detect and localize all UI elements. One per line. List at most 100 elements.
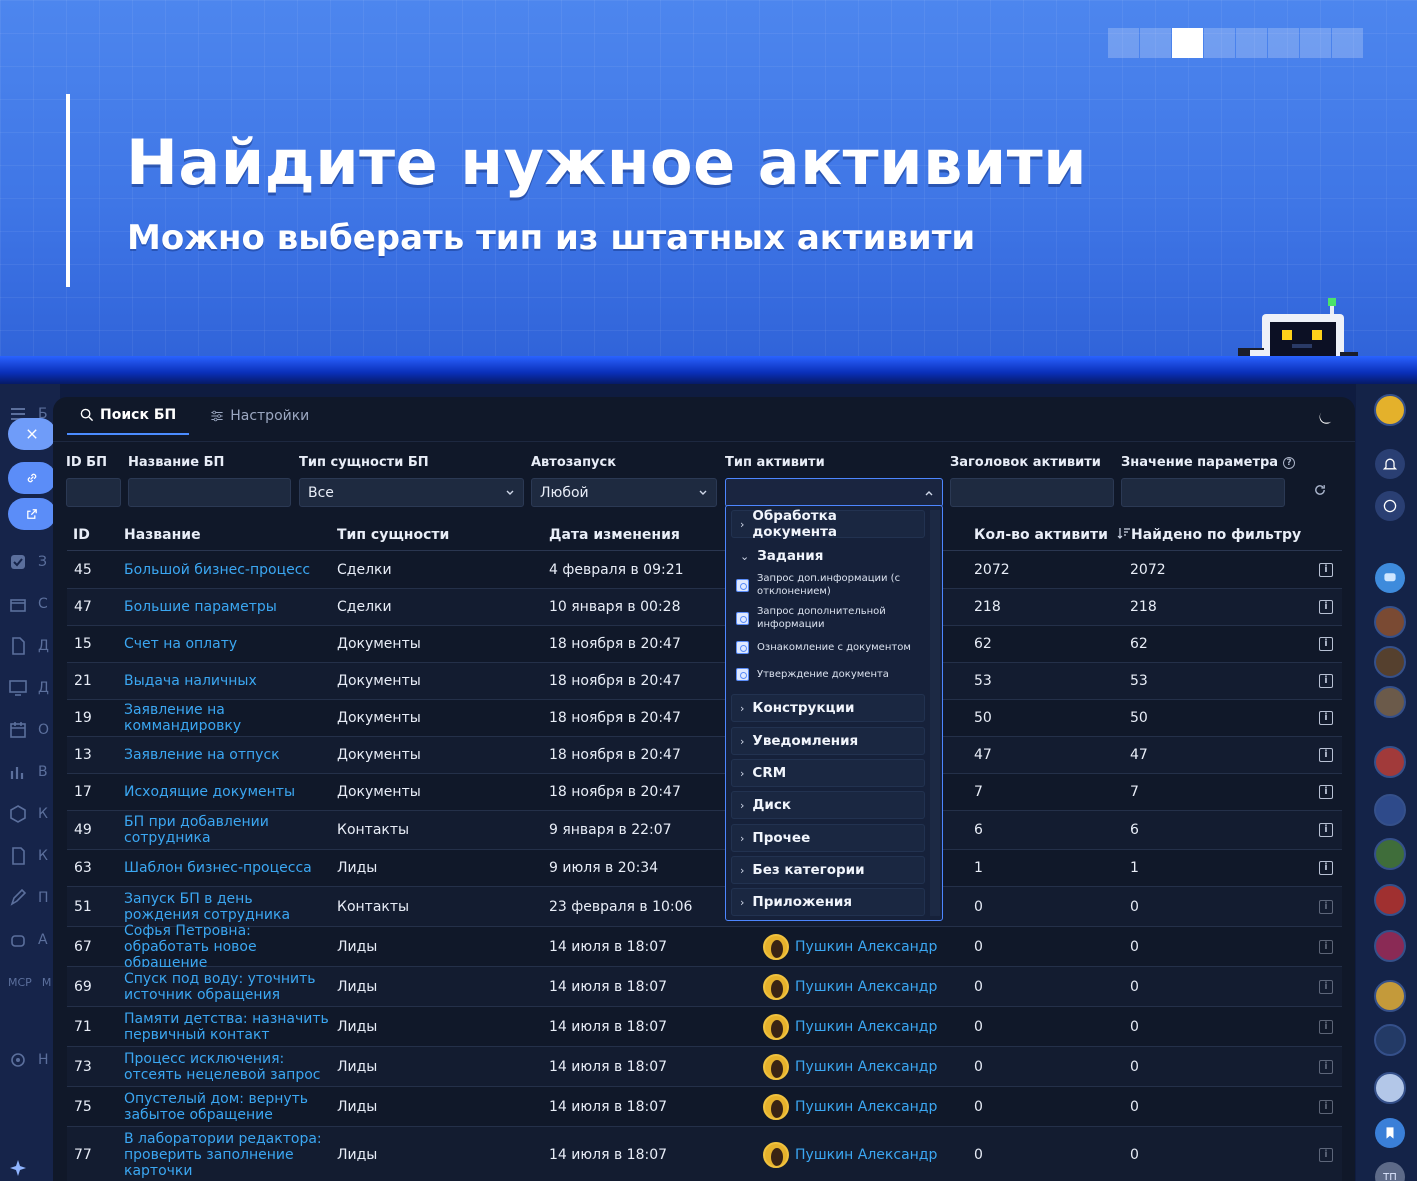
activity-category[interactable]: › Диск	[731, 791, 925, 819]
activity-option[interactable]: Утверждение документа	[736, 668, 926, 681]
option-checkbox[interactable]	[736, 578, 749, 592]
bell-icon[interactable]	[1375, 449, 1405, 479]
column-header-id[interactable]: ID	[73, 527, 90, 543]
contact-avatar[interactable]	[1374, 930, 1406, 962]
row-info-icon[interactable]: i	[1319, 637, 1333, 651]
row-info-icon[interactable]: i	[1319, 563, 1333, 577]
bp-name-link[interactable]: Счет на оплату	[124, 636, 329, 652]
column-header-changed[interactable]: Дата изменения	[549, 527, 680, 543]
contact-avatar[interactable]	[1374, 646, 1406, 678]
sidebar-item-ai[interactable]: А	[8, 924, 52, 956]
table-row[interactable]: 15 Счет на оплату Документы 18 ноября в 20:…	[67, 626, 1342, 663]
table-row[interactable]: 21 Выдача наличных Документы 18 ноября в 20…	[67, 663, 1342, 700]
column-header-found[interactable]: Найдено по фильтру	[1131, 527, 1301, 543]
close-fab-button[interactable]	[8, 418, 56, 450]
bp-name-link[interactable]: Шаблон бизнес-процесса	[124, 860, 329, 876]
chat-search-icon[interactable]	[1375, 491, 1405, 521]
table-row[interactable]: 69 Спуск под воду: уточнить источник обра…	[67, 967, 1342, 1007]
table-row[interactable]: 67 Софья Петровна: обработать новое обращ…	[67, 923, 1342, 971]
tab-search[interactable]: Поиск БП	[67, 397, 190, 435]
chat-bubble-icon[interactable]	[1375, 563, 1405, 593]
row-info-icon[interactable]: i	[1319, 1099, 1333, 1114]
bp-name-link[interactable]: Запуск БП в день рождения сотрудника	[124, 891, 329, 923]
row-info-icon[interactable]: i	[1319, 1019, 1333, 1034]
contact-avatar[interactable]	[1374, 1072, 1406, 1104]
activity-title-input[interactable]	[950, 478, 1114, 507]
bp-name-link[interactable]: Памяти детства: назначить первичный конт…	[124, 1011, 329, 1043]
bp-name-link[interactable]: Спуск под воду: уточнить источник обраще…	[124, 971, 329, 1003]
open-external-fab-button[interactable]	[8, 498, 56, 530]
owner-link[interactable]: Пушкин Александр	[763, 933, 937, 960]
contact-avatar[interactable]	[1374, 686, 1406, 718]
entity-select[interactable]: Все	[299, 478, 524, 507]
activity-option[interactable]: Ознакомление с документом	[736, 641, 926, 654]
refresh-button[interactable]	[1313, 482, 1327, 501]
activity-category[interactable]: ⌄ Задания	[731, 542, 925, 570]
sidebar-item-mcp[interactable]: MCP М	[8, 966, 52, 998]
table-row[interactable]: 49 БП при добавлении сотрудника Контакты 9 …	[67, 811, 1342, 850]
sidebar-item-settings[interactable]: Н	[8, 1044, 52, 1076]
sidebar-item-documents[interactable]: Д	[8, 630, 52, 662]
sidebar-item-contracts[interactable]: К	[8, 840, 52, 872]
owner-link[interactable]: Пушкин Александр	[763, 1141, 937, 1168]
slide-dot-active[interactable]	[1172, 28, 1203, 58]
contact-avatar[interactable]	[1374, 606, 1406, 638]
id-input[interactable]	[66, 478, 121, 507]
bp-name-link[interactable]: Процесс исключения: отсеять нецелевой за…	[124, 1051, 329, 1083]
row-info-icon[interactable]: i	[1319, 785, 1333, 799]
table-row[interactable]: 63 Шаблон бизнес-процесса Лиды 9 июля в 20:…	[67, 850, 1342, 887]
sidebar-item-company[interactable]: К	[8, 798, 52, 830]
slide-dot[interactable]	[1140, 28, 1171, 58]
contact-avatar[interactable]	[1374, 980, 1406, 1012]
slide-dot[interactable]	[1204, 28, 1235, 58]
row-info-icon[interactable]: i	[1319, 861, 1333, 875]
row-info-icon[interactable]: i	[1319, 823, 1333, 837]
row-info-icon[interactable]: i	[1319, 748, 1333, 762]
table-row[interactable]: 71 Памяти детства: назначить первичный ко…	[67, 1007, 1342, 1047]
slide-dot[interactable]	[1236, 28, 1267, 58]
activity-category[interactable]: › Прочее	[731, 824, 925, 852]
help-icon[interactable]: ?	[1283, 456, 1296, 469]
bp-name-link[interactable]: Большие параметры	[124, 599, 329, 615]
slide-dot[interactable]	[1300, 28, 1331, 58]
user-avatar[interactable]	[1374, 394, 1406, 426]
option-checkbox[interactable]	[736, 641, 749, 654]
bp-name-link[interactable]: Опустелый дом: вернуть забытое обращение	[124, 1091, 329, 1123]
row-info-icon[interactable]: i	[1319, 600, 1333, 614]
owner-link[interactable]: Пушкин Александр	[763, 1053, 937, 1080]
column-header-entity[interactable]: Тип сущности	[337, 527, 449, 543]
contact-avatar[interactable]	[1374, 794, 1406, 826]
bp-name-link[interactable]: Софья Петровна: обработать новое обращен…	[124, 923, 329, 971]
bp-name-link[interactable]: В лаборатории редактора: проверить запол…	[124, 1131, 329, 1179]
activity-option[interactable]: Запрос доп.информации (с отклонением)	[736, 572, 926, 598]
activity-category[interactable]: › CRM	[731, 759, 925, 787]
slide-dot[interactable]	[1268, 28, 1299, 58]
owner-link[interactable]: Пушкин Александр	[763, 1093, 937, 1120]
activity-category[interactable]: › Уведомления	[731, 727, 925, 755]
name-input[interactable]	[128, 478, 291, 507]
row-info-icon[interactable]: i	[1319, 939, 1333, 954]
owner-link[interactable]: Пушкин Александр	[763, 973, 937, 1000]
contact-avatar[interactable]	[1374, 884, 1406, 916]
table-row[interactable]: 75 Опустелый дом: вернуть забытое обращен…	[67, 1087, 1342, 1127]
option-checkbox[interactable]	[736, 611, 749, 625]
bookmark-icon[interactable]	[1375, 1118, 1405, 1148]
row-info-icon[interactable]: i	[1319, 674, 1333, 688]
row-info-icon[interactable]: i	[1319, 979, 1333, 994]
option-checkbox[interactable]	[736, 668, 749, 681]
row-info-icon[interactable]: i	[1319, 1147, 1333, 1162]
bp-name-link[interactable]: БП при добавлении сотрудника	[124, 814, 329, 846]
column-header-name[interactable]: Название	[124, 527, 201, 543]
table-row[interactable]: 17 Исходящие документы Документы 18 ноября …	[67, 774, 1342, 811]
activity-category[interactable]: › Конструкции	[731, 694, 925, 722]
theme-toggle[interactable]	[1315, 409, 1333, 431]
contact-avatar[interactable]	[1374, 1024, 1406, 1056]
table-row[interactable]: 73 Процесс исключения: отсеять нецелевой …	[67, 1047, 1342, 1087]
row-info-icon[interactable]: i	[1319, 899, 1333, 914]
slide-dot[interactable]	[1108, 28, 1139, 58]
table-row[interactable]: 45 Большой бизнес-процесс Сделки 4 февраля …	[67, 552, 1342, 589]
owner-link[interactable]: Пушкин Александр	[763, 1013, 937, 1040]
activity-category[interactable]: › Без категории	[731, 856, 925, 884]
dropdown-scrollbar[interactable]	[930, 510, 940, 916]
bp-name-link[interactable]: Исходящие документы	[124, 784, 329, 800]
